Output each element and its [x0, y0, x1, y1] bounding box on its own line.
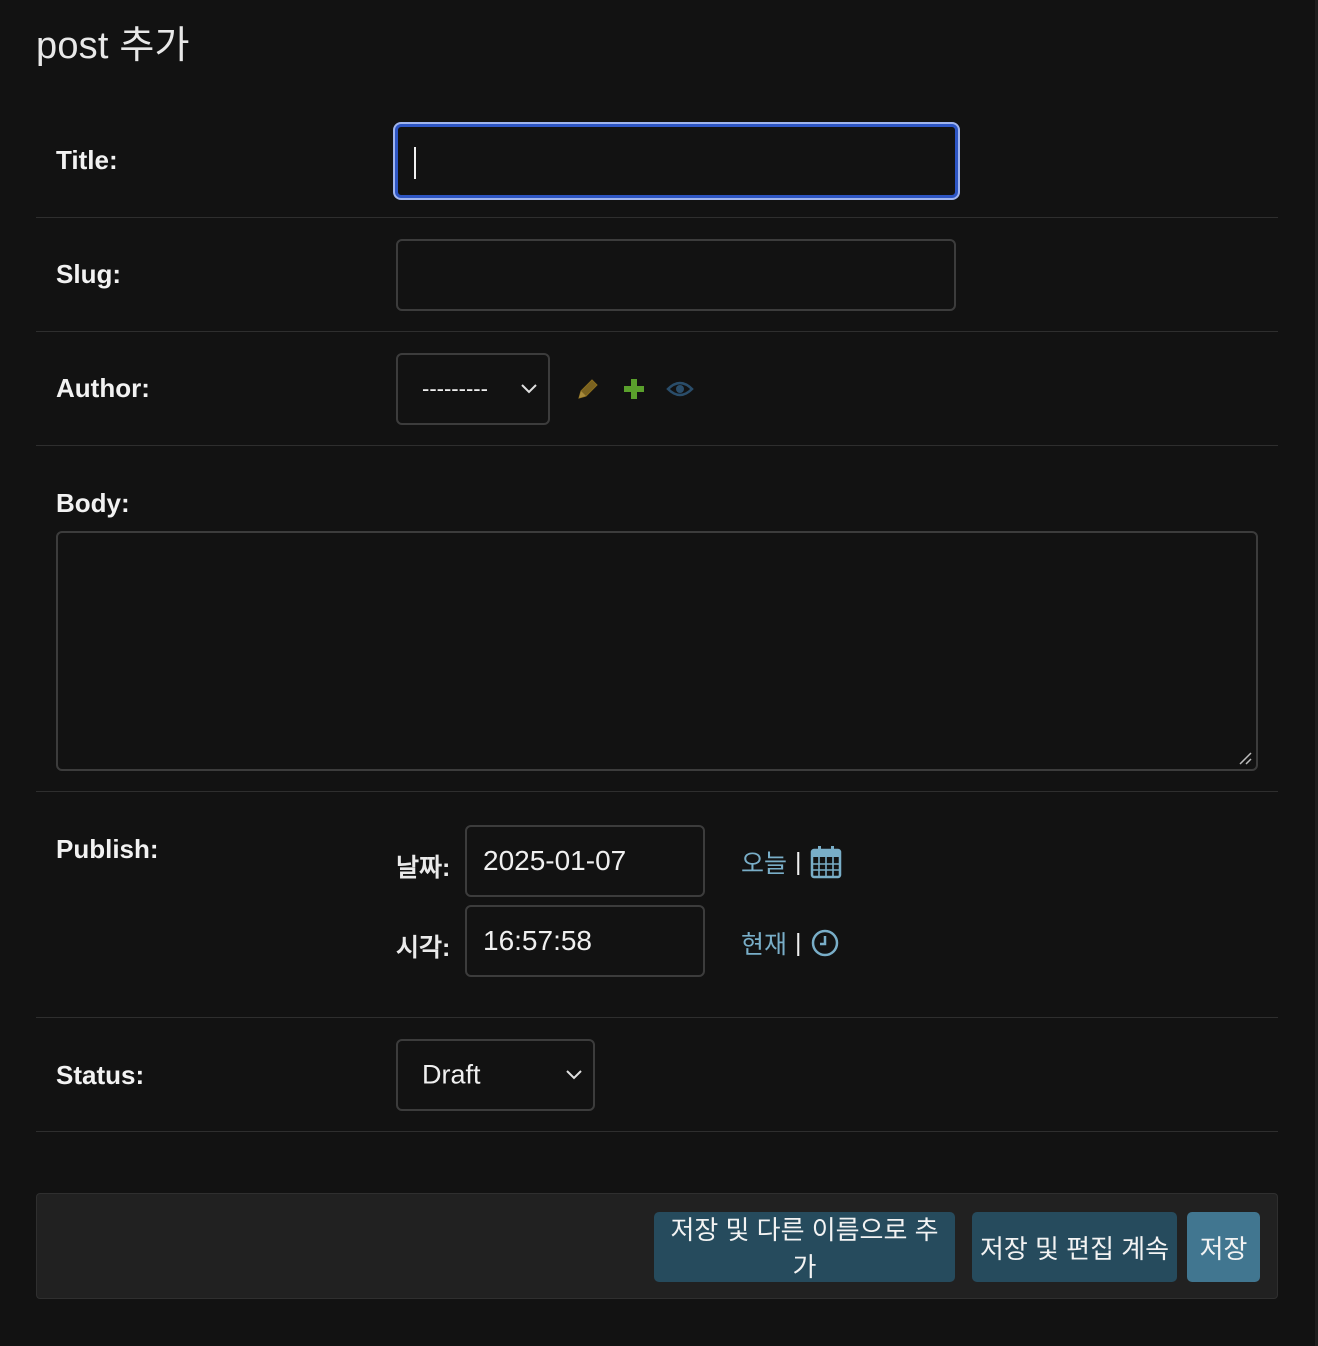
- body-textarea[interactable]: [56, 531, 1258, 771]
- page-title: post 추가: [36, 25, 190, 67]
- plus-icon: [624, 379, 644, 399]
- status-selected-value: Draft: [422, 1059, 481, 1090]
- now-link[interactable]: 현재: [741, 925, 787, 961]
- add-author-button[interactable]: [620, 375, 648, 403]
- date-label: 날짜:: [396, 854, 451, 882]
- submit-row: 저장 및 다른 이름으로 추가 저장 및 편집 계속 저장: [36, 1193, 1278, 1299]
- form-row-author: Author: ---------: [36, 332, 1278, 446]
- slug-input[interactable]: [396, 239, 956, 311]
- author-select[interactable]: ---------: [396, 353, 550, 425]
- date-shortcuts: 오늘 |: [741, 844, 842, 880]
- chevron-down-icon: [566, 1070, 582, 1080]
- form-row-publish: Publish: 날짜: 2025-01-07 오늘 | 시각: 16:57:5…: [36, 792, 1278, 1018]
- author-label: Author:: [56, 373, 150, 403]
- shortcut-separator: |: [795, 928, 802, 957]
- slug-label: Slug:: [56, 259, 121, 289]
- form-row-title: Title:: [36, 104, 1278, 218]
- today-link[interactable]: 오늘: [741, 844, 787, 880]
- time-label: 시각:: [396, 934, 451, 962]
- date-value: 2025-01-07: [483, 845, 627, 876]
- form-row-status: Status: Draft: [36, 1018, 1278, 1132]
- time-value: 16:57:58: [483, 925, 592, 956]
- save-and-continue-button[interactable]: 저장 및 편집 계속: [972, 1212, 1177, 1282]
- date-input[interactable]: 2025-01-07: [465, 825, 705, 897]
- time-shortcuts: 현재 |: [741, 925, 840, 961]
- title-input[interactable]: [395, 124, 958, 198]
- shortcut-separator: |: [795, 847, 802, 876]
- clock-icon[interactable]: [810, 928, 840, 958]
- pencil-icon: [578, 379, 598, 399]
- save-and-add-another-button[interactable]: 저장 및 다른 이름으로 추가: [654, 1212, 955, 1282]
- view-author-button[interactable]: [666, 375, 694, 403]
- author-selected-value: ---------: [422, 376, 488, 401]
- form-row-slug: Slug:: [36, 218, 1278, 332]
- form-row-body: Body:: [36, 446, 1278, 792]
- body-label: Body:: [56, 488, 130, 518]
- eye-icon: [666, 381, 694, 397]
- time-input[interactable]: 16:57:58: [465, 905, 705, 977]
- text-caret: [414, 147, 416, 179]
- title-label: Title:: [56, 145, 118, 175]
- status-select[interactable]: Draft: [396, 1039, 595, 1111]
- admin-add-post-page: post 추가 Title: Slug: Author: --------- B…: [0, 0, 1318, 1346]
- status-label: Status:: [56, 1060, 145, 1090]
- save-button[interactable]: 저장: [1187, 1212, 1260, 1282]
- resize-handle-icon[interactable]: [1238, 751, 1252, 765]
- chevron-down-icon: [521, 384, 537, 394]
- calendar-icon[interactable]: [810, 845, 842, 879]
- publish-label: Publish:: [56, 834, 159, 864]
- change-author-button[interactable]: [574, 375, 602, 403]
